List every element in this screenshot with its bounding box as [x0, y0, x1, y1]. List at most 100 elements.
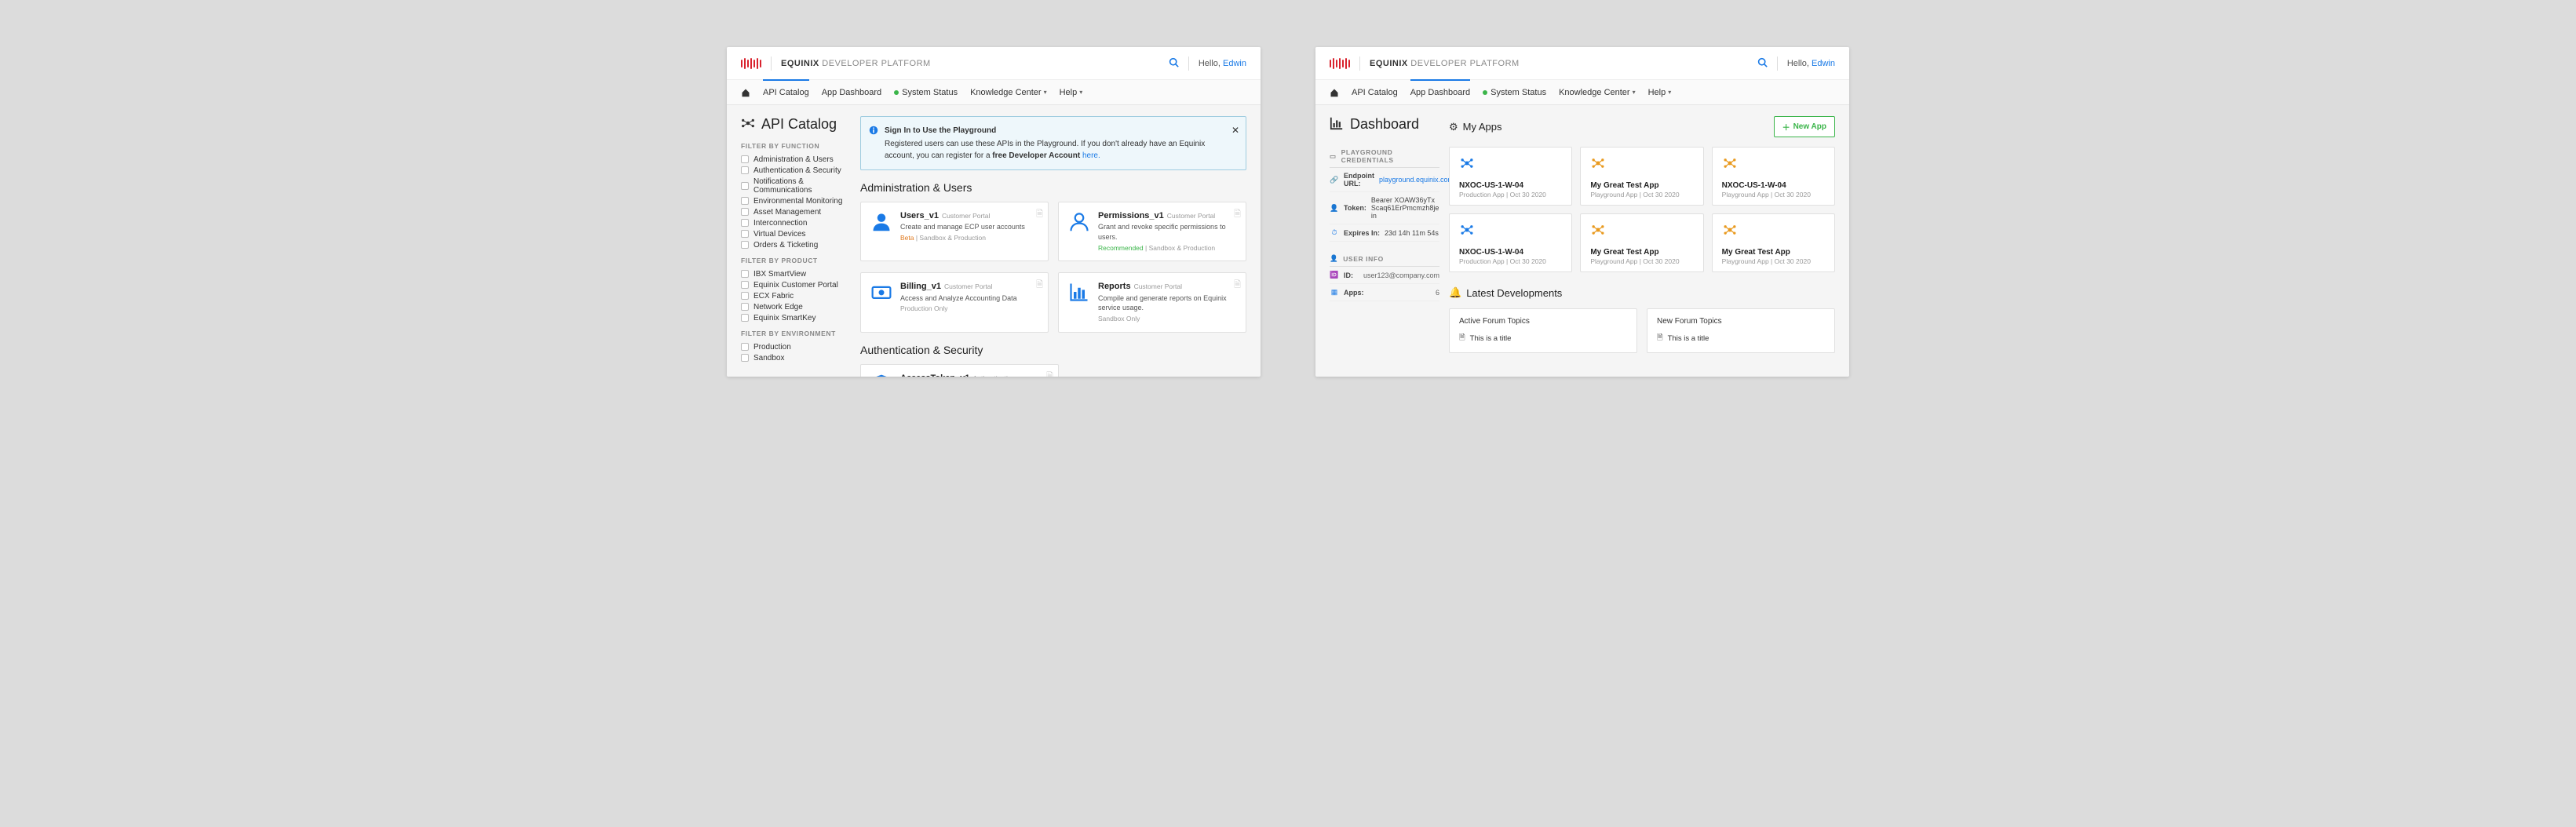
endpoint-link[interactable]: playground.equinix.com	[1379, 176, 1454, 184]
api-tags: Recommended | Sandbox & Production	[1098, 244, 1236, 253]
app-name: NXOC-US-1-W-04	[1722, 181, 1825, 190]
cluster-icon	[1590, 155, 1693, 175]
cluster-icon	[1459, 155, 1562, 175]
filter-checkbox-item[interactable]: Asset Management	[741, 206, 851, 217]
checkbox-icon	[741, 270, 749, 278]
user-icon: 👤	[1330, 204, 1339, 213]
checkbox-icon	[741, 314, 749, 322]
api-desc: Grant and revoke specific permissions to…	[1098, 222, 1236, 242]
filter-label: Equinix SmartKey	[753, 314, 815, 322]
page-title: API Catalog	[741, 116, 851, 133]
alert-close-icon[interactable]: ✕	[1231, 123, 1239, 137]
nav-home[interactable]	[741, 80, 750, 104]
app-card[interactable]: NXOC-US-1-W-04Production App | Oct 30 20…	[1449, 147, 1572, 206]
filter-checkbox-item[interactable]: Production	[741, 341, 851, 352]
filter-checkbox-item[interactable]: IBX SmartView	[741, 268, 851, 279]
app-card[interactable]: My Great Test AppPlayground App | Oct 30…	[1580, 147, 1703, 206]
info-icon	[869, 126, 878, 139]
app-card[interactable]: NXOC-US-1-W-04Playground App | Oct 30 20…	[1712, 147, 1835, 206]
app-card[interactable]: My Great Test AppPlayground App | Oct 30…	[1580, 213, 1703, 272]
app-card[interactable]: NXOC-US-1-W-04Production App | Oct 30 20…	[1449, 213, 1572, 272]
forum-item[interactable]: 🗎This is a title	[1459, 332, 1627, 344]
filter-checkbox-item[interactable]: Administration & Users	[741, 154, 851, 165]
filter-label: Environmental Monitoring	[753, 197, 842, 206]
api-name: Permissions_v1	[1098, 211, 1164, 220]
filter-checkbox-item[interactable]: Sandbox	[741, 352, 851, 363]
network-icon	[741, 116, 755, 133]
nav-api-catalog[interactable]: API Catalog	[1352, 80, 1398, 104]
checkbox-icon	[741, 281, 749, 289]
api-name: Reports	[1098, 282, 1131, 291]
nav-system-status[interactable]: System Status	[894, 80, 958, 104]
search-icon[interactable]	[1757, 57, 1768, 70]
nav-app-dashboard[interactable]: App Dashboard	[822, 80, 881, 104]
document-icon: 🗎	[1657, 332, 1663, 344]
nav-knowledge-center[interactable]: Knowledge Center▾	[970, 80, 1047, 104]
user-info-head: 👤USER INFO	[1330, 250, 1439, 267]
app-card[interactable]: My Great Test AppPlayground App | Oct 30…	[1712, 213, 1835, 272]
api-portal: Customer Portal	[942, 212, 990, 220]
app-meta: Playground App | Oct 30 2020	[1722, 191, 1825, 199]
filter-checkbox-item[interactable]: Interconnection	[741, 217, 851, 228]
checkbox-icon	[741, 303, 749, 311]
nav-home[interactable]	[1330, 80, 1339, 104]
filter-checkbox-item[interactable]: Virtual Devices	[741, 228, 851, 239]
alert-link[interactable]: here.	[1082, 151, 1100, 160]
chevron-down-icon: ▾	[1633, 89, 1636, 96]
nav-system-status[interactable]: System Status	[1483, 80, 1546, 104]
credentials-head: ▭PLAYGROUND CREDENTIALS	[1330, 144, 1439, 168]
divider	[1359, 56, 1360, 71]
nav-help[interactable]: Help▾	[1060, 80, 1083, 104]
api-card[interactable]: 🗎Billing_v1Customer PortalAccess and Ana…	[860, 272, 1049, 332]
user-link[interactable]: Edwin	[1223, 59, 1246, 68]
app-name: My Great Test App	[1590, 181, 1693, 190]
nav-help[interactable]: Help▾	[1648, 80, 1672, 104]
filter-checkbox-item[interactable]: Network Edge	[741, 301, 851, 312]
alert-title: Sign In to Use the Playground	[885, 125, 1224, 137]
filter-checkbox-item[interactable]: Notifications & Communications	[741, 176, 851, 195]
filter-checkbox-item[interactable]: Environmental Monitoring	[741, 195, 851, 206]
document-icon: 🗎	[1036, 278, 1043, 293]
checkbox-icon	[741, 241, 749, 249]
document-icon: 🗎	[1036, 207, 1043, 222]
page-title: Dashboard	[1330, 116, 1439, 133]
api-card[interactable]: 🗎ReportsCustomer PortalCompile and gener…	[1058, 272, 1246, 332]
section-auth-title: Authentication & Security	[860, 344, 1246, 356]
filter-checkbox-item[interactable]: Equinix SmartKey	[741, 312, 851, 323]
filter-label: Authentication & Security	[753, 166, 841, 175]
api-tags: Sandbox Only	[1098, 315, 1236, 324]
user-link[interactable]: Edwin	[1812, 59, 1835, 68]
section-admin-title: Administration & Users	[860, 181, 1246, 194]
chevron-down-icon: ▾	[1044, 89, 1047, 96]
new-app-button[interactable]: ＋New App	[1774, 116, 1835, 137]
cluster-icon	[1459, 222, 1562, 242]
filter-checkbox-item[interactable]: ECX Fabric	[741, 290, 851, 301]
brand-text: EQUINIX DEVELOPER PLATFORM	[781, 59, 931, 68]
filter-label: Network Edge	[753, 303, 803, 311]
forum-item[interactable]: 🗎This is a title	[1657, 332, 1825, 344]
link-icon: 🔗	[1330, 176, 1339, 184]
filter-checkbox-item[interactable]: Authentication & Security	[741, 165, 851, 176]
chart-icon	[1330, 116, 1344, 133]
api-card[interactable]: 🗎AccessToken_v1Authentication	[860, 364, 1059, 377]
nav-knowledge-center[interactable]: Knowledge Center▾	[1559, 80, 1636, 104]
new-forum-title: New Forum Topics	[1657, 317, 1825, 326]
filter-checkbox-item[interactable]: Orders & Ticketing	[741, 239, 851, 250]
api-card[interactable]: 🗎Permissions_v1Customer PortalGrant and …	[1058, 202, 1246, 261]
filter-head-function: FILTER BY FUNCTION	[741, 142, 851, 150]
bell-icon: 🔔	[1449, 286, 1461, 299]
nav-api-catalog[interactable]: API Catalog	[763, 80, 809, 104]
filter-checkbox-item[interactable]: Equinix Customer Portal	[741, 279, 851, 290]
active-forum-title: Active Forum Topics	[1459, 317, 1627, 326]
search-icon[interactable]	[1169, 57, 1179, 70]
new-forum-panel: New Forum Topics 🗎This is a title	[1647, 308, 1835, 353]
user-id-row: 🆔ID:user123@company.com	[1330, 267, 1439, 284]
brand-text: EQUINIX DEVELOPER PLATFORM	[1370, 59, 1520, 68]
api-portal: Customer Portal	[1134, 282, 1182, 290]
nav-app-dashboard[interactable]: App Dashboard	[1410, 80, 1470, 104]
api-card[interactable]: 🗎Users_v1Customer PortalCreate and manag…	[860, 202, 1049, 261]
filter-label: Asset Management	[753, 208, 821, 217]
catalog-sidebar: API Catalog FILTER BY FUNCTION Administr…	[727, 105, 860, 377]
api-portal: Customer Portal	[1167, 212, 1215, 220]
document-icon: 🗎	[1459, 332, 1465, 344]
